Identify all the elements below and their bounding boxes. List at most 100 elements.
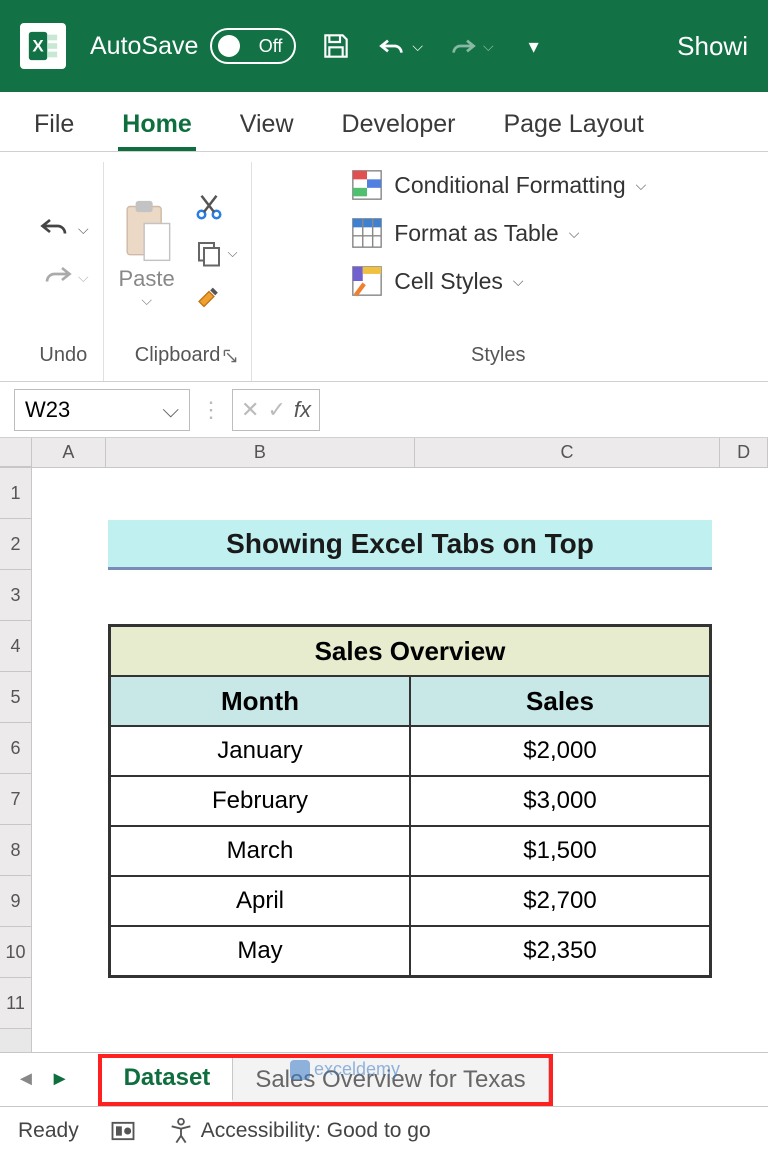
paintbrush-icon (194, 284, 224, 314)
conditional-formatting-label: Conditional Formatting (394, 172, 625, 199)
cell-month[interactable]: February (110, 776, 410, 826)
chevron-down-icon[interactable]: ⌵ (228, 245, 238, 261)
row-header[interactable]: 9 (0, 876, 31, 927)
next-sheet-icon[interactable]: ► (50, 1068, 70, 1091)
save-icon[interactable] (320, 30, 352, 62)
name-box[interactable]: W23 ⌵ (14, 389, 190, 431)
sheet-title-cell[interactable]: Showing Excel Tabs on Top (108, 520, 712, 570)
chevron-down-icon[interactable]: ⌵ (78, 269, 89, 286)
group-label-undo: Undo (39, 338, 87, 373)
status-ready: Ready (18, 1119, 79, 1143)
table-row[interactable]: February$3,000 (110, 776, 710, 826)
row-header[interactable]: 2 (0, 519, 31, 570)
paste-button[interactable]: Paste ⌵ (118, 198, 176, 309)
sheet-tab-dataset[interactable]: Dataset (102, 1058, 234, 1102)
watermark: exceldemy (290, 1059, 400, 1080)
accessibility-icon (167, 1117, 195, 1145)
table-row[interactable]: January$2,000 (110, 726, 710, 776)
cell-sales[interactable]: $2,000 (410, 726, 710, 776)
conditional-formatting-button[interactable]: Conditional Formatting ⌵ (350, 168, 646, 202)
dialog-launcher-icon[interactable] (223, 349, 237, 363)
undo-button[interactable]: ⌵ (38, 214, 89, 244)
col-header-c[interactable]: C (415, 438, 720, 467)
row-headers: 1 2 3 4 5 6 7 8 9 10 11 (0, 468, 32, 1052)
row-header[interactable]: 3 (0, 570, 31, 621)
accessibility-text: Accessibility: Good to go (201, 1119, 431, 1143)
row-header[interactable]: 10 (0, 927, 31, 978)
grid-area: 1 2 3 4 5 6 7 8 9 10 11 Showing Excel Ta… (0, 468, 768, 1052)
col-header-b[interactable]: B (106, 438, 415, 467)
cut-button[interactable] (194, 192, 238, 222)
cell-month[interactable]: April (110, 876, 410, 926)
chevron-down-icon[interactable]: ⌵ (162, 397, 179, 423)
copy-button[interactable]: ⌵ (194, 238, 238, 268)
data-table: Sales Overview Month Sales January$2,000… (108, 624, 712, 978)
cell-month[interactable]: January (110, 726, 410, 776)
table-row[interactable]: April$2,700 (110, 876, 710, 926)
chevron-down-icon[interactable]: ⌵ (141, 292, 152, 309)
fx-icon[interactable]: fx (294, 397, 311, 423)
cell-month[interactable]: May (110, 926, 410, 976)
row-header[interactable]: 5 (0, 672, 31, 723)
chevron-down-icon[interactable]: ⌵ (483, 38, 494, 55)
col-header-a[interactable]: A (32, 438, 106, 467)
table-col-month[interactable]: Month (110, 676, 410, 726)
autosave-switch[interactable]: Off (210, 28, 296, 64)
table-header[interactable]: Sales Overview (110, 626, 710, 676)
tab-page-layout[interactable]: Page Layout (499, 98, 647, 151)
tab-view[interactable]: View (236, 98, 298, 151)
cell-styles-button[interactable]: Cell Styles ⌵ (350, 264, 523, 298)
ribbon-tabs: File Home View Developer Page Layout (0, 92, 768, 152)
enter-icon[interactable]: ✓ (267, 397, 285, 423)
formula-input[interactable] (330, 389, 754, 431)
customize-qat-icon[interactable]: ▾ (518, 30, 550, 62)
ribbon-content: ⌵ ⌵ Undo Paste ⌵ ⌵ (0, 152, 768, 382)
tab-developer[interactable]: Developer (338, 98, 460, 151)
table-col-sales[interactable]: Sales (410, 676, 710, 726)
row-header[interactable]: 8 (0, 825, 31, 876)
redo-icon[interactable] (447, 30, 479, 62)
cell-sales[interactable]: $1,500 (410, 826, 710, 876)
undo-qat[interactable]: ⌵ (376, 30, 423, 62)
tab-home[interactable]: Home (118, 98, 195, 151)
chevron-down-icon[interactable]: ⌵ (569, 225, 580, 242)
prev-sheet-icon[interactable]: ◄ (16, 1068, 36, 1091)
table-row[interactable]: May$2,350 (110, 926, 710, 976)
select-all-corner[interactable] (0, 438, 32, 467)
chevron-down-icon[interactable]: ⌵ (78, 221, 89, 238)
cells-area[interactable]: Showing Excel Tabs on Top Sales Overview… (32, 468, 768, 1052)
col-header-d[interactable]: D (720, 438, 768, 467)
format-as-table-button[interactable]: Format as Table ⌵ (350, 216, 579, 250)
undo-icon[interactable] (376, 30, 408, 62)
cell-sales[interactable]: $2,350 (410, 926, 710, 976)
accessibility-status[interactable]: Accessibility: Good to go (167, 1117, 431, 1145)
row-header[interactable]: 4 (0, 621, 31, 672)
status-bar: Ready Accessibility: Good to go (0, 1106, 768, 1154)
tab-file[interactable]: File (30, 98, 78, 151)
format-painter-button[interactable] (194, 284, 238, 314)
sheet-nav-arrows[interactable]: ◄ ► (16, 1068, 70, 1091)
redo-qat[interactable]: ⌵ (447, 30, 494, 62)
redo-button[interactable]: ⌵ (38, 262, 89, 292)
autosave-toggle[interactable]: AutoSave Off (90, 28, 296, 64)
table-row[interactable]: March$1,500 (110, 826, 710, 876)
cell-month[interactable]: March (110, 826, 410, 876)
cancel-icon[interactable]: ✕ (241, 397, 259, 423)
row-header[interactable]: 6 (0, 723, 31, 774)
drag-handle-icon[interactable]: ⋮ (200, 397, 222, 423)
cell-styles-icon (350, 264, 384, 298)
row-header[interactable]: 11 (0, 978, 31, 1029)
chevron-down-icon[interactable]: ⌵ (513, 273, 524, 290)
chevron-down-icon[interactable]: ⌵ (636, 177, 647, 194)
chevron-down-icon[interactable]: ⌵ (412, 38, 423, 55)
row-header[interactable]: 7 (0, 774, 31, 825)
scissors-icon (194, 192, 224, 222)
cell-sales[interactable]: $3,000 (410, 776, 710, 826)
row-header[interactable]: 1 (0, 468, 31, 519)
excel-app-icon[interactable]: X (20, 23, 66, 69)
macro-recording-icon[interactable] (109, 1117, 137, 1145)
group-label-clipboard: Clipboard (135, 338, 221, 373)
title-bar: X AutoSave Off ⌵ ⌵ ▾ Showi (0, 0, 768, 92)
toggle-indicator (218, 35, 240, 57)
cell-sales[interactable]: $2,700 (410, 876, 710, 926)
